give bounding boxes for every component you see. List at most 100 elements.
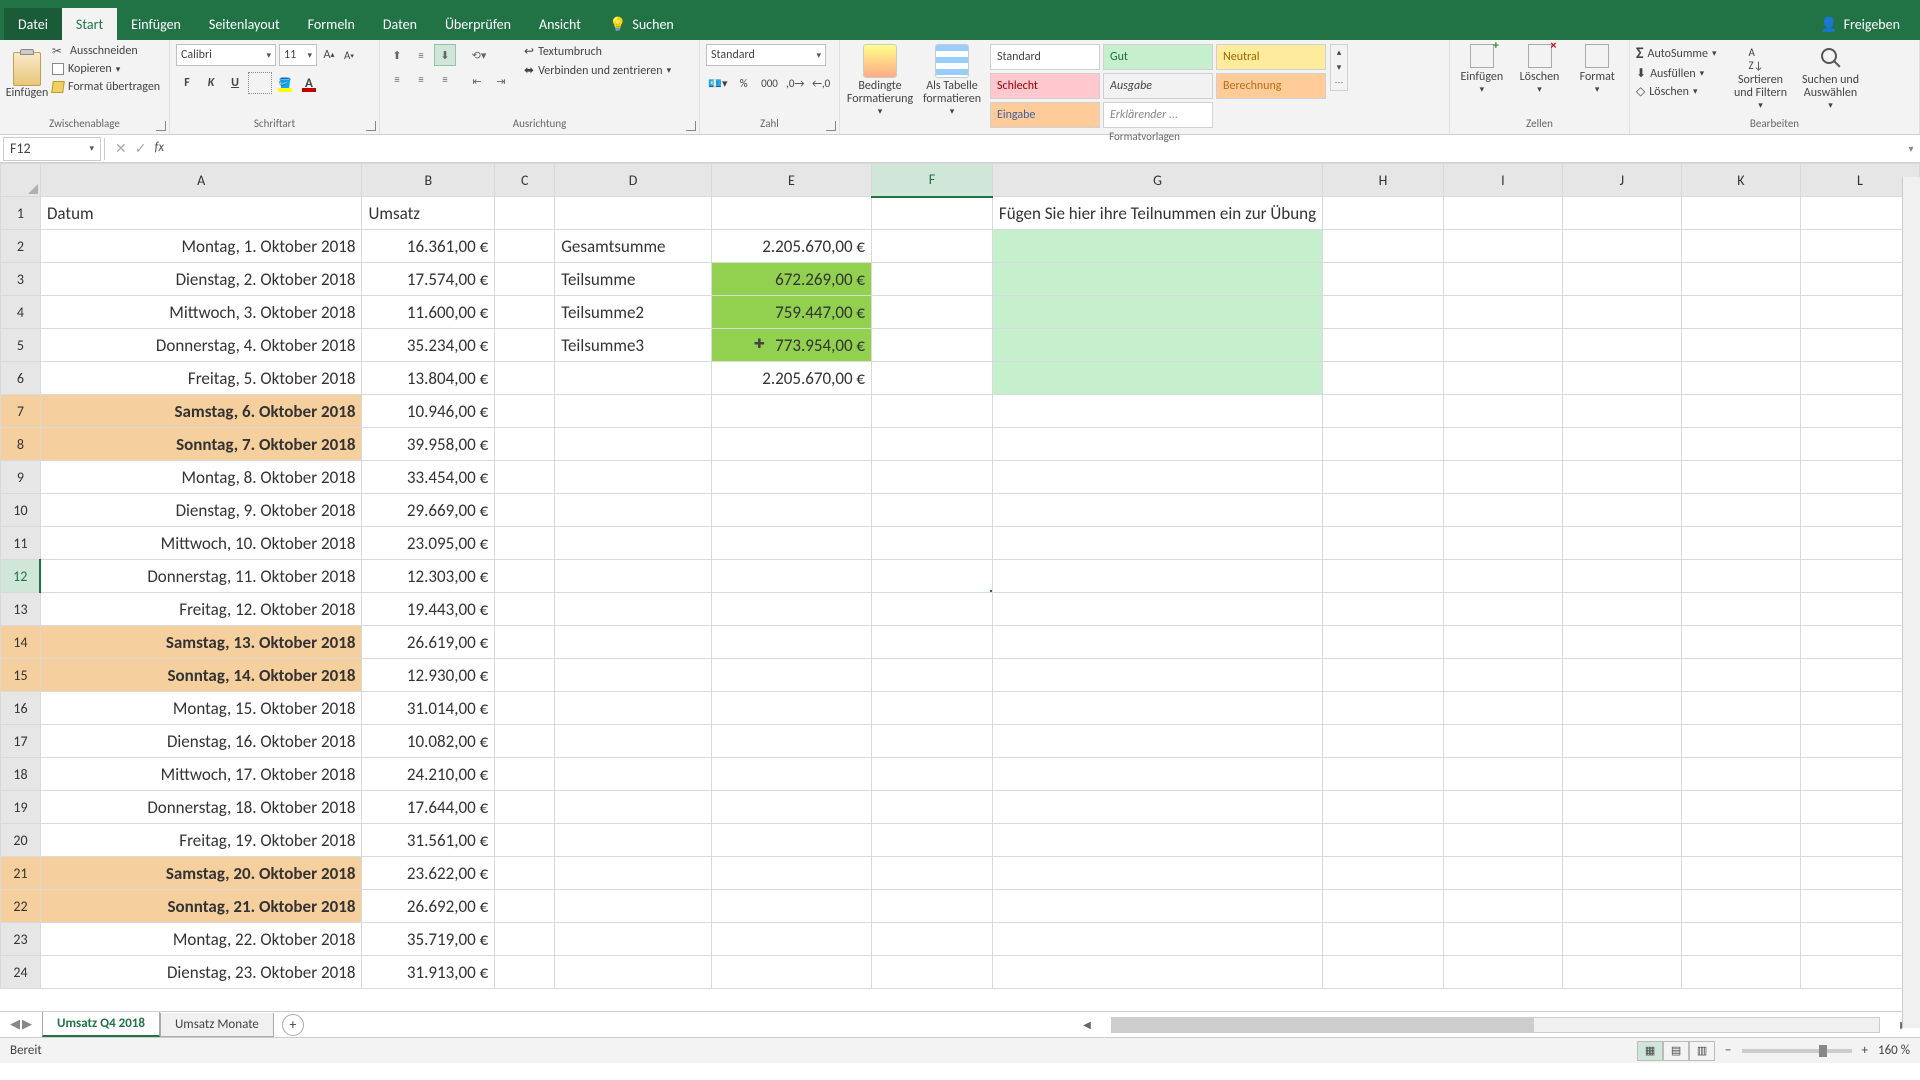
cell-A4[interactable]: Mittwoch, 3. Oktober 2018 <box>40 296 362 329</box>
cell-J14[interactable] <box>1562 626 1681 659</box>
row-header-14[interactable]: 14 <box>1 626 41 659</box>
clipboard-launcher-icon[interactable] <box>156 121 166 131</box>
cell-J17[interactable] <box>1562 725 1681 758</box>
cell-B2[interactable]: 16.361,00 € <box>362 230 495 263</box>
styles-gallery-expand[interactable]: ▴▾⋯ <box>1330 44 1348 91</box>
cell-I7[interactable] <box>1443 395 1562 428</box>
cell-B11[interactable]: 23.095,00 € <box>362 527 495 560</box>
cell-E14[interactable] <box>711 626 871 659</box>
underline-button[interactable]: U <box>224 72 246 94</box>
col-header-E[interactable]: E <box>711 164 871 197</box>
cell-A8[interactable]: Sonntag, 7. Oktober 2018 <box>40 428 362 461</box>
cell-E13[interactable] <box>711 593 871 626</box>
insert-function-button[interactable]: fx <box>154 140 164 157</box>
cell-G24[interactable] <box>992 956 1322 989</box>
row-header-9[interactable]: 9 <box>1 461 41 494</box>
cell-G13[interactable] <box>992 593 1322 626</box>
cell-K18[interactable] <box>1681 758 1800 791</box>
cell-H7[interactable] <box>1323 395 1444 428</box>
cell-H11[interactable] <box>1323 527 1444 560</box>
sort-filter-button[interactable]: Sortieren und Filtern▾ <box>1729 44 1793 111</box>
fill-button[interactable]: ⬇Ausfüllen▾ <box>1636 66 1717 81</box>
cell-D18[interactable] <box>555 758 712 791</box>
cell-G10[interactable] <box>992 494 1322 527</box>
cell-G2[interactable] <box>992 230 1322 263</box>
col-header-K[interactable]: K <box>1681 164 1800 197</box>
cell-D22[interactable] <box>555 890 712 923</box>
cell-D2[interactable]: Gesamtsumme <box>555 230 712 263</box>
cell-C19[interactable] <box>495 791 555 824</box>
cell-B8[interactable]: 39.958,00 € <box>362 428 495 461</box>
cell-I3[interactable] <box>1443 263 1562 296</box>
tab-insert[interactable]: Einfügen <box>117 8 195 40</box>
cell-A16[interactable]: Montag, 15. Oktober 2018 <box>40 692 362 725</box>
cell-B7[interactable]: 10.946,00 € <box>362 395 495 428</box>
cell-A20[interactable]: Freitag, 19. Oktober 2018 <box>40 824 362 857</box>
cell-G22[interactable] <box>992 890 1322 923</box>
row-header-13[interactable]: 13 <box>1 593 41 626</box>
cell-J19[interactable] <box>1562 791 1681 824</box>
cell-H13[interactable] <box>1323 593 1444 626</box>
cell-I4[interactable] <box>1443 296 1562 329</box>
cell-G5[interactable] <box>992 329 1322 362</box>
orientation-button[interactable]: ⟲▾ <box>466 44 492 66</box>
sheet-nav-prev[interactable]: ◀ <box>10 1017 20 1032</box>
cell-F1[interactable] <box>872 197 993 230</box>
cell-B10[interactable]: 29.669,00 € <box>362 494 495 527</box>
row-header-5[interactable]: 5 <box>1 329 41 362</box>
cell-I18[interactable] <box>1443 758 1562 791</box>
cell-B14[interactable]: 26.619,00 € <box>362 626 495 659</box>
cell-I10[interactable] <box>1443 494 1562 527</box>
row-header-12[interactable]: 12 <box>1 560 41 593</box>
style-berechnung[interactable]: Berechnung <box>1216 73 1326 99</box>
cell-J6[interactable] <box>1562 362 1681 395</box>
cell-G11[interactable] <box>992 527 1322 560</box>
cell-E17[interactable] <box>711 725 871 758</box>
cell-A3[interactable]: Dienstag, 2. Oktober 2018 <box>40 263 362 296</box>
cancel-formula-button[interactable]: ✕ <box>115 140 127 157</box>
cell-A2[interactable]: Montag, 1. Oktober 2018 <box>40 230 362 263</box>
cell-J20[interactable] <box>1562 824 1681 857</box>
cell-K9[interactable] <box>1681 461 1800 494</box>
cell-J18[interactable] <box>1562 758 1681 791</box>
cell-H5[interactable] <box>1323 329 1444 362</box>
sheet-nav-next[interactable]: ▶ <box>22 1017 32 1032</box>
cell-E4[interactable]: 759.447,00 € <box>711 296 871 329</box>
zoom-in-button[interactable]: + <box>1862 1043 1868 1058</box>
cell-B17[interactable]: 10.082,00 € <box>362 725 495 758</box>
col-header-J[interactable]: J <box>1562 164 1681 197</box>
cell-F9[interactable] <box>872 461 993 494</box>
format-cells-button[interactable]: Format▾ <box>1571 44 1623 95</box>
cell-A14[interactable]: Samstag, 13. Oktober 2018 <box>40 626 362 659</box>
cell-F10[interactable] <box>872 494 993 527</box>
cell-G18[interactable] <box>992 758 1322 791</box>
row-header-22[interactable]: 22 <box>1 890 41 923</box>
cell-K13[interactable] <box>1681 593 1800 626</box>
align-left-button[interactable]: ≡ <box>386 68 408 90</box>
thousands-format-button[interactable]: 000 <box>758 72 782 94</box>
cell-J9[interactable] <box>1562 461 1681 494</box>
cell-H12[interactable] <box>1323 560 1444 593</box>
cell-C22[interactable] <box>495 890 555 923</box>
cell-E1[interactable] <box>711 197 871 230</box>
cell-F12[interactable] <box>872 560 993 593</box>
cell-I16[interactable] <box>1443 692 1562 725</box>
cell-J16[interactable] <box>1562 692 1681 725</box>
cell-I2[interactable] <box>1443 230 1562 263</box>
cell-A11[interactable]: Mittwoch, 10. Oktober 2018 <box>40 527 362 560</box>
cell-F11[interactable] <box>872 527 993 560</box>
cell-K2[interactable] <box>1681 230 1800 263</box>
cell-H8[interactable] <box>1323 428 1444 461</box>
cell-J22[interactable] <box>1562 890 1681 923</box>
cell-I11[interactable] <box>1443 527 1562 560</box>
cell-C16[interactable] <box>495 692 555 725</box>
cell-A15[interactable]: Sonntag, 14. Oktober 2018 <box>40 659 362 692</box>
cell-I20[interactable] <box>1443 824 1562 857</box>
cell-D10[interactable] <box>555 494 712 527</box>
cell-D7[interactable] <box>555 395 712 428</box>
sheet-tab-active[interactable]: Umsatz Q4 2018 <box>42 1012 160 1037</box>
align-middle-button[interactable]: ≡ <box>410 44 432 66</box>
cell-F22[interactable] <box>872 890 993 923</box>
decrease-font-button[interactable]: A▾ <box>340 46 358 64</box>
format-painter-button[interactable]: Format übertragen <box>52 80 160 94</box>
